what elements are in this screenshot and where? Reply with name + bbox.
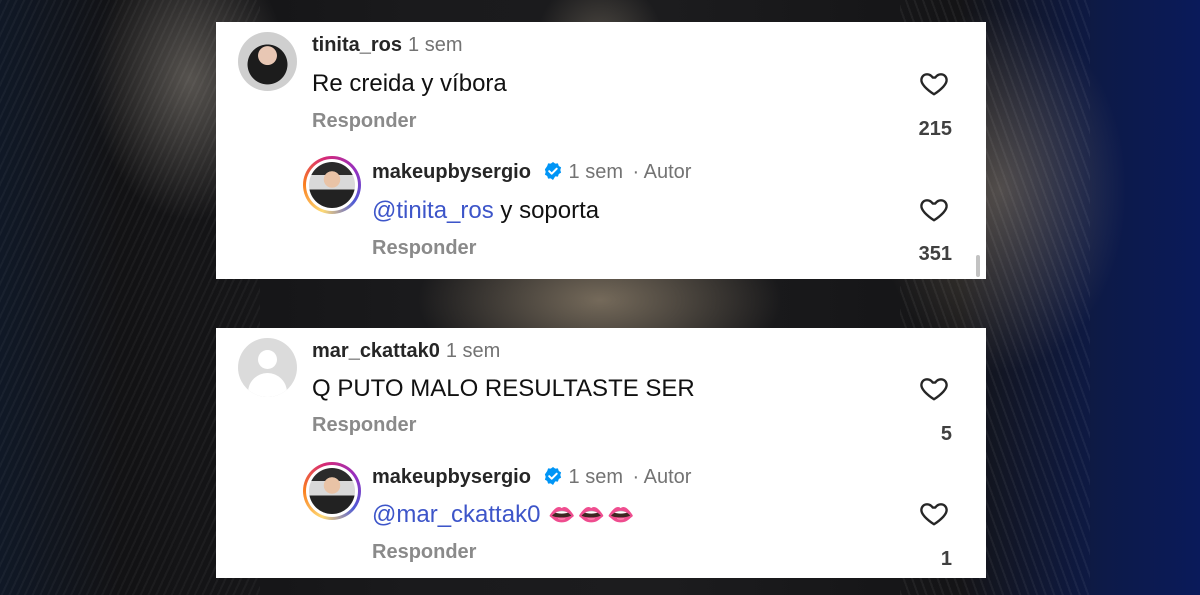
reply-avatar[interactable]	[303, 156, 361, 214]
reply-username[interactable]: makeupbysergio	[372, 466, 531, 488]
reply-header: makeupbysergio 1 sem · Autor	[372, 161, 691, 184]
lips-emoji: 👄👄👄	[548, 502, 637, 527]
comment-time: 1 sem	[408, 34, 463, 56]
reply-text: @tinita_ros y soporta	[372, 197, 599, 225]
avatar-face	[309, 162, 355, 208]
avatar[interactable]	[238, 32, 297, 91]
comment-username[interactable]: mar_ckattak0	[312, 340, 440, 362]
reply-username[interactable]: makeupbysergio	[372, 161, 531, 183]
reply-body: y soporta	[493, 197, 600, 224]
comment-username[interactable]: tinita_ros	[312, 34, 402, 56]
mention-link[interactable]: @mar_ckattak0	[372, 501, 540, 528]
like-count: 5	[940, 423, 952, 445]
scrollbar[interactable]	[976, 255, 980, 277]
author-tag: · Autor	[632, 466, 692, 488]
reply-button[interactable]: Responder	[372, 541, 476, 564]
comment-text: Re creida y víbora	[312, 70, 507, 97]
reply-button[interactable]: Responder	[312, 414, 416, 437]
avatar-face	[309, 468, 355, 514]
reply-header: makeupbysergio 1 sem · Autor	[372, 466, 691, 489]
author-tag: · Autor	[632, 161, 692, 183]
heart-icon[interactable]	[918, 194, 950, 224]
reply-text: @mar_ckattak0 👄👄👄	[372, 501, 637, 529]
default-avatar-icon[interactable]	[238, 338, 297, 397]
mention-link[interactable]: @tinita_ros	[372, 197, 494, 224]
like-count: 351	[918, 243, 952, 265]
reply-time: 1 sem	[568, 161, 623, 183]
reply-button[interactable]: Responder	[312, 110, 416, 133]
comment-card: mar_ckattak0 1 sem Q PUTO MALO RESULTASTE…	[216, 328, 986, 578]
verified-badge-icon	[544, 467, 561, 485]
comment-header: mar_ckattak0 1 sem	[312, 340, 500, 363]
comment-card: tinita_ros 1 sem Re creida y víbora Respo…	[216, 22, 986, 279]
comment-text: Q PUTO MALO RESULTASTE SER	[312, 375, 695, 402]
comment-time: 1 sem	[445, 340, 501, 362]
reply-button[interactable]: Responder	[372, 237, 476, 260]
comment-header: tinita_ros 1 sem	[312, 34, 463, 57]
reply-avatar[interactable]	[303, 462, 361, 520]
heart-icon[interactable]	[918, 68, 950, 98]
heart-icon[interactable]	[918, 373, 950, 403]
like-count: 215	[918, 118, 952, 140]
heart-icon[interactable]	[918, 498, 950, 528]
reply-time: 1 sem	[568, 466, 623, 488]
like-count: 1	[940, 548, 952, 570]
verified-badge-icon	[544, 162, 561, 180]
